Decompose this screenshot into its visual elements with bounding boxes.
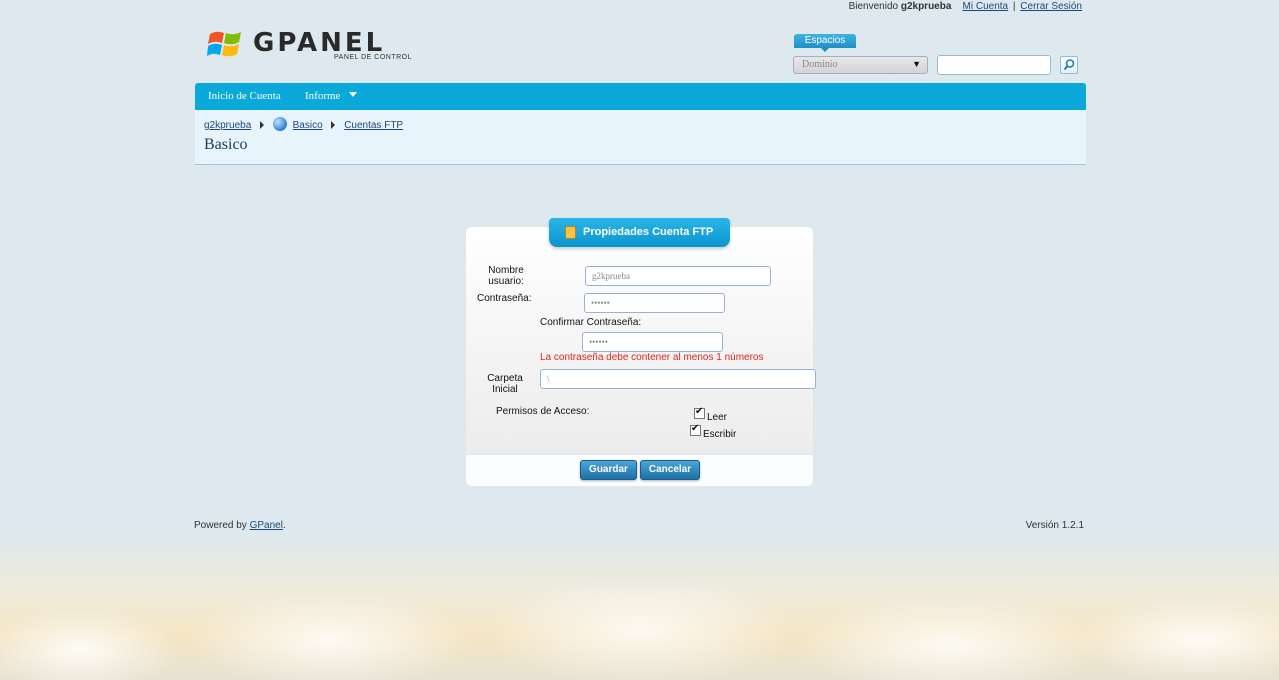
initial-folder-label-line1: Carpeta <box>487 373 523 384</box>
username-label: Nombre usuario: <box>478 265 534 287</box>
windows-flag-icon <box>207 31 241 57</box>
read-permission-label: Leer <box>707 412 728 423</box>
nav-item-account-home[interactable]: Inicio de Cuenta <box>208 90 281 102</box>
gpanel-logo: GPANEL PANEL DE CONTROL <box>207 26 422 66</box>
key-icon <box>565 226 576 239</box>
version-label: Versión 1.2.1 <box>1025 520 1084 531</box>
gpanel-link[interactable]: GPanel <box>250 520 283 531</box>
cancel-button[interactable]: Cancelar <box>640 460 700 480</box>
user-bar: Bienvenido g2kprueba Mi Cuenta | Cerrar … <box>849 1 1082 12</box>
powered-by-prefix: Powered by <box>194 520 247 531</box>
password-field[interactable] <box>584 293 725 313</box>
confirm-password-label: Confirmar Contraseña: <box>540 317 642 328</box>
breadcrumb: g2kprueba Basico Cuentas FTP <box>204 117 403 131</box>
domain-select[interactable]: Dominio ▼ <box>793 56 928 74</box>
breadcrumb-arrow-icon <box>260 121 265 129</box>
page-title: Basico <box>204 136 248 153</box>
logo-tagline: PANEL DE CONTROL <box>334 54 413 61</box>
globe-icon <box>272 117 287 131</box>
main-nav: Inicio de Cuenta Informe <box>195 83 1086 110</box>
panel-title-tab: Propiedades Cuenta FTP <box>549 218 730 247</box>
username-label-line2: usuario: <box>488 276 524 287</box>
username-label: g2kprueba <box>900 1 952 12</box>
write-permission-label: Escribir <box>703 429 737 440</box>
initial-folder-label-line2: Inicial <box>492 384 518 395</box>
panel-title: Propiedades Cuenta FTP <box>583 226 714 238</box>
dropdown-arrow-icon: ▼ <box>912 59 921 69</box>
username-label-line1: Nombre <box>488 265 524 276</box>
chevron-down-icon <box>349 92 358 97</box>
breadcrumb-arrow-icon <box>331 121 336 129</box>
save-button[interactable]: Guardar <box>580 460 637 480</box>
search-button[interactable] <box>1060 56 1078 74</box>
username-field[interactable] <box>585 266 771 286</box>
nav-item-report[interactable]: Informe <box>305 90 358 102</box>
breadcrumb-ftp-accounts[interactable]: Cuentas FTP <box>344 120 403 131</box>
powered-by: Powered by GPanel. <box>194 520 286 531</box>
my-account-link[interactable]: Mi Cuenta <box>963 1 1009 12</box>
write-permission-checkbox[interactable] <box>690 423 701 436</box>
powered-by-suffix: . <box>282 520 286 531</box>
breadcrumb-user[interactable]: g2kprueba <box>204 120 251 131</box>
password-label: Contraseña: <box>477 293 532 304</box>
welcome-text: Bienvenido <box>848 1 899 12</box>
confirm-password-field[interactable] <box>582 332 723 352</box>
spaces-tab[interactable]: Espacios <box>794 34 856 52</box>
initial-folder-label: Carpeta Inicial <box>480 373 530 395</box>
password-error-message: La contraseña debe contener al menos 1 n… <box>540 352 764 363</box>
domain-select-value: Dominio <box>802 59 838 70</box>
breadcrumb-basic[interactable]: Basico <box>293 120 323 131</box>
read-permission-checkbox[interactable] <box>694 406 705 419</box>
initial-folder-field[interactable] <box>540 369 816 389</box>
search-icon <box>1063 59 1075 71</box>
separator: | <box>1012 1 1016 12</box>
nav-item-report-label: Informe <box>305 90 341 102</box>
permissions-label: Permisos de Acceso: <box>496 406 590 417</box>
breadcrumb-bar: g2kprueba Basico Cuentas FTP Basico <box>195 110 1086 165</box>
logout-link[interactable]: Cerrar Sesión <box>1020 1 1082 12</box>
search-input[interactable] <box>937 55 1051 75</box>
background-clouds <box>0 530 1279 680</box>
